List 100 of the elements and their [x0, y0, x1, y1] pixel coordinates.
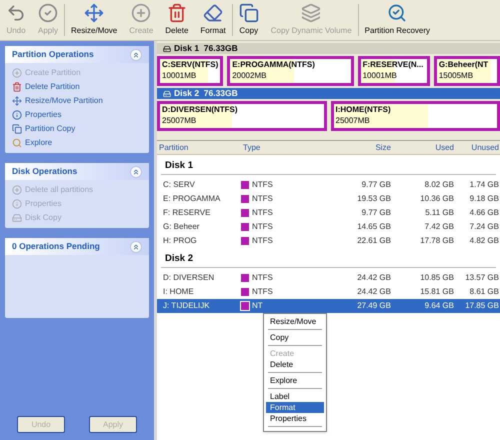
collapse-button[interactable] — [130, 166, 142, 178]
table-cell-text: 15.81 GB — [419, 286, 454, 298]
table-row[interactable]: I: HOME NTFS 24.42 GB 15.81 GB 8.61 GB — [157, 285, 500, 299]
collapse-button[interactable] — [130, 48, 142, 60]
partition-size: 20002MB — [232, 70, 268, 81]
panel-title: 0 Operations Pending — [12, 240, 100, 253]
table-cell-text: 7.24 GB — [468, 221, 500, 233]
task-link[interactable]: Explore — [25, 137, 52, 149]
partition-block[interactable]: F:RESERVE(N... 10001MB — [358, 56, 430, 86]
move-icon — [84, 3, 104, 23]
partition-name: G:Beheer(NT — [438, 59, 490, 70]
trash-icon — [166, 3, 187, 23]
table-cell: NTFS — [252, 221, 273, 233]
table-cell: NTFS — [252, 207, 273, 219]
table-cell-text: E: PROGAMMA — [162, 193, 222, 205]
trash-icon — [12, 82, 22, 92]
table-cell-text: 10.36 GB — [419, 193, 454, 205]
table-row[interactable]: H: PROG NTFS 22.61 GB 17.78 GB 4.82 GB — [157, 234, 500, 248]
plus-icon — [12, 68, 22, 78]
partition-block[interactable]: E:PROGAMMA(NTFS) 20002MB — [227, 56, 354, 86]
move-icon — [12, 96, 22, 106]
table-cell-text: 24.42 GB — [356, 272, 391, 284]
panel-title: Disk Operations — [12, 165, 78, 178]
toolbar-button[interactable]: Resize/Move — [65, 0, 124, 40]
partition-block[interactable]: C:SERV(NTFS) 10001MB — [157, 56, 224, 86]
column-header[interactable]: Type — [241, 142, 331, 154]
table-cell: NTFS — [252, 235, 273, 247]
toolbar-button[interactable]: Partition Recovery — [358, 0, 436, 40]
plus-icon — [131, 3, 152, 23]
table-cell-text: 5.11 GB — [424, 207, 454, 219]
table-row[interactable]: E: PROGAMMA NTFS 19.53 GB 10.36 GB 9.18 GB — [157, 192, 500, 206]
disk-title: Disk 1 76.33GB — [174, 42, 238, 55]
table-cell-text: 8.02 GB — [424, 179, 454, 191]
partition-size: 10001MB — [162, 70, 198, 81]
layers-icon — [301, 3, 322, 23]
table-row[interactable]: J: TIJDELIJK NT 27.49 GB 9.64 GB 17.85 GB — [157, 299, 500, 313]
table-cell-text: 17.78 GB — [419, 235, 454, 247]
search-icon — [12, 138, 22, 148]
table-cell-text: 7.42 GB — [424, 221, 454, 233]
partition-size: 25007MB — [336, 115, 371, 126]
table-cell-text: 17.85 GB — [464, 300, 500, 312]
menu-item[interactable]: Copy — [266, 332, 324, 343]
partition-block[interactable]: G:Beheer(NT 15005MB — [434, 56, 500, 86]
table-cell-text: 9.77 GB — [360, 207, 391, 219]
column-header[interactable]: Unused — [454, 142, 500, 154]
partition-size: 15005MB — [438, 70, 474, 81]
disk-header[interactable]: Disk 2 76.33GB — [157, 88, 500, 99]
menu-item[interactable]: Label — [266, 391, 324, 402]
copy-icon — [238, 3, 259, 23]
table-cell-text: 14.65 GB — [356, 221, 391, 233]
table-cell-text: I: HOME — [162, 286, 195, 298]
table-row[interactable]: D: DIVERSEN NTFS 24.42 GB 10.85 GB 13.57 GB — [157, 271, 500, 285]
menu-item[interactable]: Explore — [266, 375, 324, 386]
table-row[interactable]: F: RESERVE NTFS 9.77 GB 5.11 GB 4.66 GB — [157, 206, 500, 220]
hard-drive-icon — [12, 213, 22, 223]
partition-size: 25007MB — [162, 115, 198, 126]
partition-block[interactable]: D:DIVERSEN(NTFS) 25007MB — [157, 101, 326, 131]
table-cell-text: C: SERV — [162, 179, 196, 191]
check-icon — [38, 3, 58, 23]
task-link[interactable]: Partition Copy — [25, 123, 76, 135]
toolbar-button[interactable]: Format — [194, 0, 232, 40]
menu-item[interactable]: Delete — [266, 359, 324, 370]
undo-icon — [6, 3, 26, 23]
table-cell: NT — [252, 300, 263, 312]
eraser-icon — [203, 3, 224, 23]
partition-block[interactable]: I:HOME(NTFS) 25007MB — [330, 101, 500, 131]
task-link[interactable]: Resize/Move Partition — [25, 95, 103, 107]
table-cell: NTFS — [252, 272, 273, 284]
table-cell-text: 9.64 GB — [424, 300, 454, 312]
partition-name: C:SERV(NTFS) — [162, 59, 218, 70]
menu-item[interactable]: Resize/Move — [266, 316, 324, 327]
partition-name: D:DIVERSEN(NTFS) — [162, 104, 239, 115]
table-cell-text: 9.77 GB — [360, 179, 391, 191]
table-cell-text: 19.53 GB — [356, 193, 391, 205]
disk-header[interactable]: Disk 1 76.33GB — [157, 43, 500, 54]
menu-item[interactable]: Format — [266, 402, 324, 413]
table-cell-text: J: TIJDELIJK — [162, 300, 211, 312]
group-header: Disk 1 — [164, 158, 193, 173]
magnifier-icon — [387, 3, 408, 23]
table-cell: NTFS — [252, 193, 273, 205]
task-link[interactable]: Properties — [25, 109, 62, 121]
table-cell-text: 13.57 GB — [464, 272, 500, 284]
column-header[interactable]: Size — [331, 142, 391, 154]
table-cell: NTFS — [252, 179, 273, 191]
column-header[interactable]: Partition — [157, 142, 241, 154]
table-cell-text: 4.66 GB — [468, 207, 500, 219]
table-row[interactable]: G: Beheer NTFS 14.65 GB 7.42 GB 7.24 GB — [157, 220, 500, 234]
table-row[interactable]: C: SERV NTFS 9.77 GB 8.02 GB 1.74 GB — [157, 178, 500, 192]
column-header[interactable]: Used — [391, 142, 454, 154]
disk-title: Disk 2 76.33GB — [174, 87, 238, 100]
plus-icon — [12, 185, 22, 195]
info-icon — [12, 199, 22, 209]
table-cell-text: 1.74 GB — [468, 179, 500, 191]
partition-name: F:RESERVE(N... — [362, 59, 424, 70]
toolbar-button[interactable]: Delete — [159, 0, 194, 40]
task-link[interactable]: Delete Partition — [25, 81, 80, 93]
toolbar-button[interactable]: Copy — [232, 0, 265, 40]
collapse-button[interactable] — [130, 240, 142, 252]
menu-item[interactable]: Properties — [266, 413, 324, 424]
partition-name: I:HOME(NTFS) — [336, 104, 392, 115]
